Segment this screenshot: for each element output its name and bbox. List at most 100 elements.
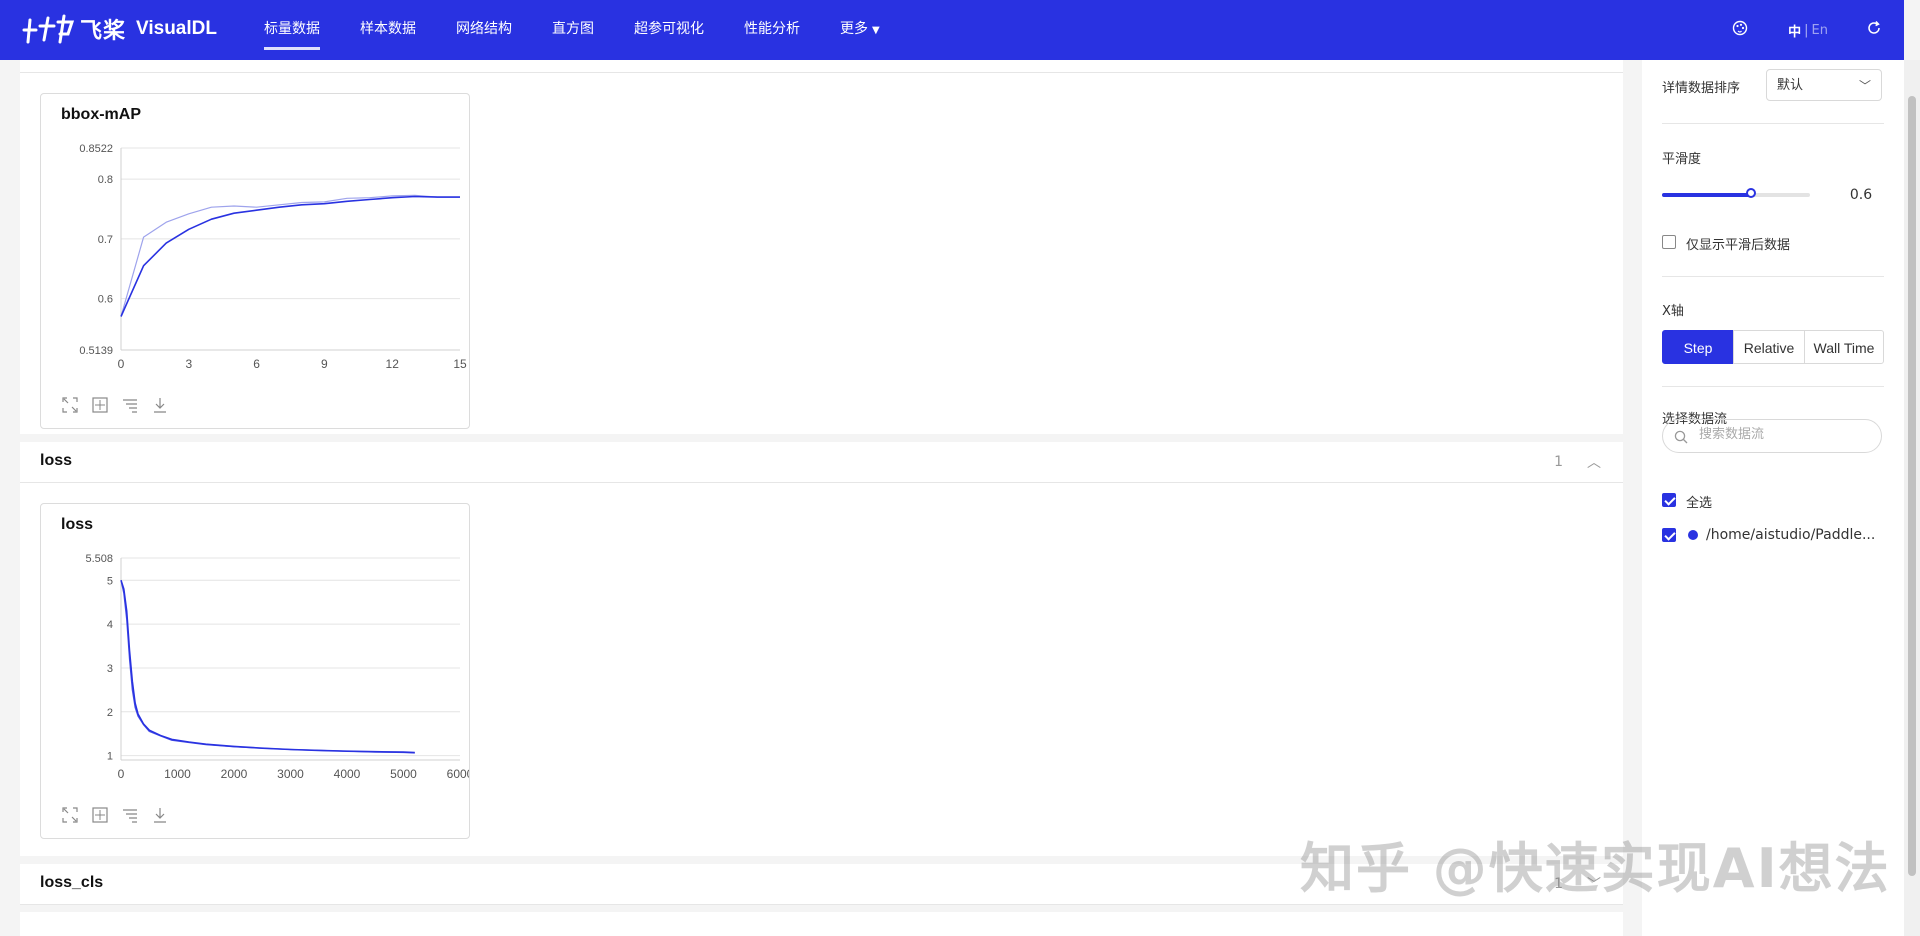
palette-icon[interactable]: [1732, 20, 1748, 40]
sort-select-value: 默认: [1777, 78, 1804, 93]
search-icon: [1674, 429, 1688, 448]
x-tick-label: 12: [386, 357, 400, 371]
group-header[interactable]: loss 1 ︿: [20, 442, 1623, 483]
group-count: 1: [1554, 454, 1563, 470]
line-chart[interactable]: 0.5139 0.6 0.7 0.8 0.8522 0 3 6 9 12 15: [41, 134, 469, 374]
stream-color-dot: [1688, 530, 1698, 540]
smoothing-value-input[interactable]: 0.6: [1842, 184, 1880, 206]
x-tick-label: 0: [118, 357, 125, 371]
scrollbar-thumb[interactable]: [1908, 96, 1916, 876]
select-all-checkbox[interactable]: [1662, 493, 1676, 507]
y-tick-label: 0.6: [98, 294, 113, 306]
logo-text-cn: 飞桨: [80, 19, 127, 44]
watermark: 知乎 @快速实现AI想法: [1300, 837, 1891, 900]
stream-label-path[interactable]: /home/aistudio/Paddle...: [1706, 527, 1875, 543]
x-tick-label: 3000: [277, 767, 304, 781]
x-tick-label: 5000: [390, 767, 417, 781]
logo[interactable]: 飞桨 VisualDL: [20, 12, 217, 46]
chart-toolbar: [61, 806, 169, 824]
smoothed-only-checkbox[interactable]: [1662, 235, 1676, 249]
xaxis-step-button[interactable]: Step: [1662, 330, 1734, 364]
x-tick-label: 2000: [221, 767, 248, 781]
y-tick-label: 5: [107, 575, 113, 587]
fit-screen-icon[interactable]: [91, 806, 109, 824]
xaxis-label: X轴: [1662, 304, 1684, 319]
y-tick-label: 0.8522: [79, 143, 113, 155]
x-tick-label: 6000: [447, 767, 469, 781]
series-line-raw: [120, 580, 415, 754]
y-tick-label: 1: [107, 751, 113, 763]
expand-icon[interactable]: [61, 396, 79, 414]
chevron-down-icon: ﹀: [1858, 79, 1871, 93]
divider: [1662, 123, 1884, 124]
smoothing-slider-handle[interactable]: [1745, 188, 1756, 198]
y-tick-label: 0.8: [98, 174, 113, 186]
lang-zh-button[interactable]: 中: [1788, 21, 1801, 40]
x-tick-label: 0: [118, 767, 125, 781]
stream-checkbox[interactable]: [1662, 528, 1676, 542]
main-content: bbox-mAP 0.5139 0.6 0.7 0.8 0.8522 0 3 6 9 12 15 l…: [20, 60, 1623, 936]
smoothed-only-label: 仅显示平滑后数据: [1686, 238, 1791, 253]
header-actions: 中 | En: [1732, 0, 1882, 60]
lang-en-button[interactable]: En: [1812, 23, 1828, 38]
nav-more-label: 更多: [840, 21, 868, 37]
settings-panel: 详情数据排序 默认 ﹀ 平滑度 0.6 仅显示平滑后数据 X轴 Step Rel…: [1642, 60, 1904, 936]
chart-title: bbox-mAP: [61, 106, 141, 123]
nav-item-scalars[interactable]: 标量数据: [264, 0, 320, 60]
top-navigation-bar: 飞桨 VisualDL 标量数据 样本数据 网络结构 直方图 超参可视化 性能分…: [0, 0, 1904, 60]
lang-separator: |: [1804, 22, 1809, 38]
select-all-label: 全选: [1686, 496, 1713, 511]
y-tick-label: 4: [107, 619, 113, 631]
x-tick-label: 4000: [334, 767, 361, 781]
chart-title: loss: [61, 516, 94, 533]
nav-item-samples[interactable]: 样本数据: [360, 0, 416, 60]
paddle-logo-icon: [22, 14, 75, 44]
smoothing-label: 平滑度: [1662, 152, 1702, 167]
x-tick-label: 15: [453, 357, 467, 371]
nav-item-more[interactable]: 更多 ▼: [840, 0, 880, 60]
y-tick-label: 0.5139: [79, 345, 113, 357]
caret-down-icon: ▼: [872, 25, 880, 36]
sort-select[interactable]: 默认 ﹀: [1766, 69, 1882, 101]
divider: [1662, 276, 1884, 277]
y-tick-label: 5.508: [85, 553, 113, 565]
chart-card: loss 1 2 3 4 5 5.508 0 1000 2000 3000 4000 5000 6000: [40, 503, 470, 839]
chart-toolbar: [61, 396, 169, 414]
filter-icon[interactable]: [121, 806, 139, 824]
chart-group-loss: loss 1 ︿ loss 1 2 3 4 5 5.508 0 1000 2000 3000 400…: [20, 442, 1623, 864]
nav-item-histogram[interactable]: 直方图: [552, 0, 594, 60]
divider: [1662, 386, 1884, 387]
expand-icon[interactable]: [61, 806, 79, 824]
xaxis-segmented-control: Step Relative Wall Time: [1662, 330, 1884, 364]
y-tick-label: 2: [107, 707, 113, 719]
chevron-up-icon[interactable]: ︿: [1587, 452, 1601, 472]
group-title: loss: [40, 452, 73, 469]
smoothing-slider[interactable]: [1662, 188, 1810, 198]
chart-group-bbox: bbox-mAP 0.5139 0.6 0.7 0.8 0.8522 0 3 6 9 12 15: [20, 60, 1623, 442]
y-tick-label: 3: [107, 663, 113, 675]
x-tick-label: 6: [253, 357, 260, 371]
xaxis-relative-button[interactable]: Relative: [1733, 330, 1805, 364]
chart-card: bbox-mAP 0.5139 0.6 0.7 0.8 0.8522 0 3 6 9 12 15: [40, 93, 470, 429]
download-icon[interactable]: [151, 806, 169, 824]
filter-icon[interactable]: [121, 396, 139, 414]
nav-item-profiler[interactable]: 性能分析: [744, 0, 800, 60]
group-title: loss_cls: [40, 874, 104, 891]
nav-item-graphs[interactable]: 网络结构: [456, 0, 512, 60]
logo-text-en: VisualDL: [136, 18, 217, 39]
series-line-smoothed: [120, 580, 415, 754]
xaxis-walltime-button[interactable]: Wall Time: [1804, 330, 1884, 364]
smoothing-slider-fill: [1662, 193, 1751, 197]
group-header-partial: [20, 60, 1623, 73]
download-icon[interactable]: [151, 396, 169, 414]
stream-search-box: [1662, 419, 1882, 453]
nav-item-hyperparameters[interactable]: 超参可视化: [634, 0, 704, 60]
stream-search-input[interactable]: [1697, 426, 1871, 443]
x-tick-label: 1000: [164, 767, 191, 781]
refresh-icon[interactable]: [1866, 20, 1882, 40]
page-scrollbar[interactable]: [1904, 60, 1920, 936]
x-tick-label: 9: [321, 357, 328, 371]
chart-group-partial: [20, 912, 1623, 936]
fit-screen-icon[interactable]: [91, 396, 109, 414]
line-chart[interactable]: 1 2 3 4 5 5.508 0 1000 2000 3000 4000 5000 6000: [41, 544, 469, 784]
